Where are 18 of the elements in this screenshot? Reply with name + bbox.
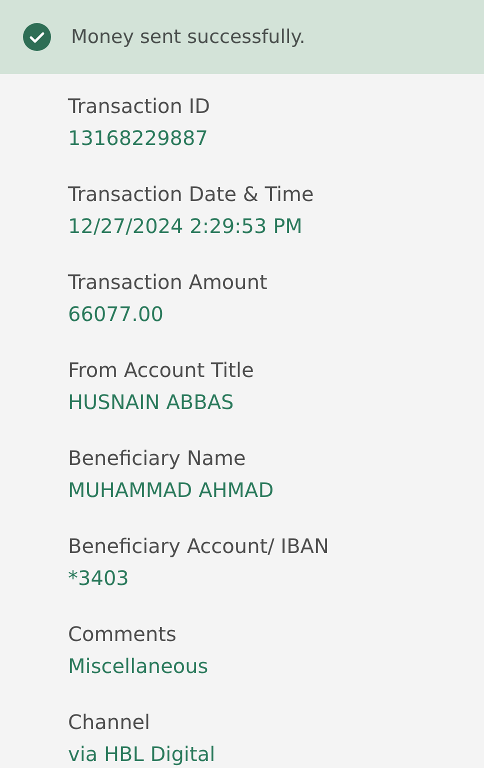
field-value: HUSNAIN ABBAS (68, 389, 235, 416)
field-label: Comments (68, 621, 178, 648)
field-label: Transaction Date & Time (68, 181, 315, 208)
field-label: Transaction Amount (68, 269, 268, 296)
field-value: 66077.00 (68, 301, 164, 328)
field-label: Channel (68, 709, 152, 736)
field-value: via HBL Digital (68, 741, 216, 768)
field-label: From Account Title (68, 357, 255, 384)
field-label: Beneficiary Account/ IBAN (68, 533, 330, 560)
field-value: Miscellaneous (68, 653, 210, 680)
field-value: 13168229887 (68, 125, 209, 152)
check-circle-icon (23, 23, 51, 51)
field-value: MUHAMMAD AHMAD (68, 477, 275, 504)
field-label: Beneficiary Name (68, 445, 247, 472)
field-label: Transaction ID (68, 93, 212, 120)
field-value: *3403 (68, 565, 130, 592)
field-value: 12/27/2024 2:29:53 PM (68, 213, 304, 240)
success-message: Money sent successfully. (71, 26, 306, 48)
